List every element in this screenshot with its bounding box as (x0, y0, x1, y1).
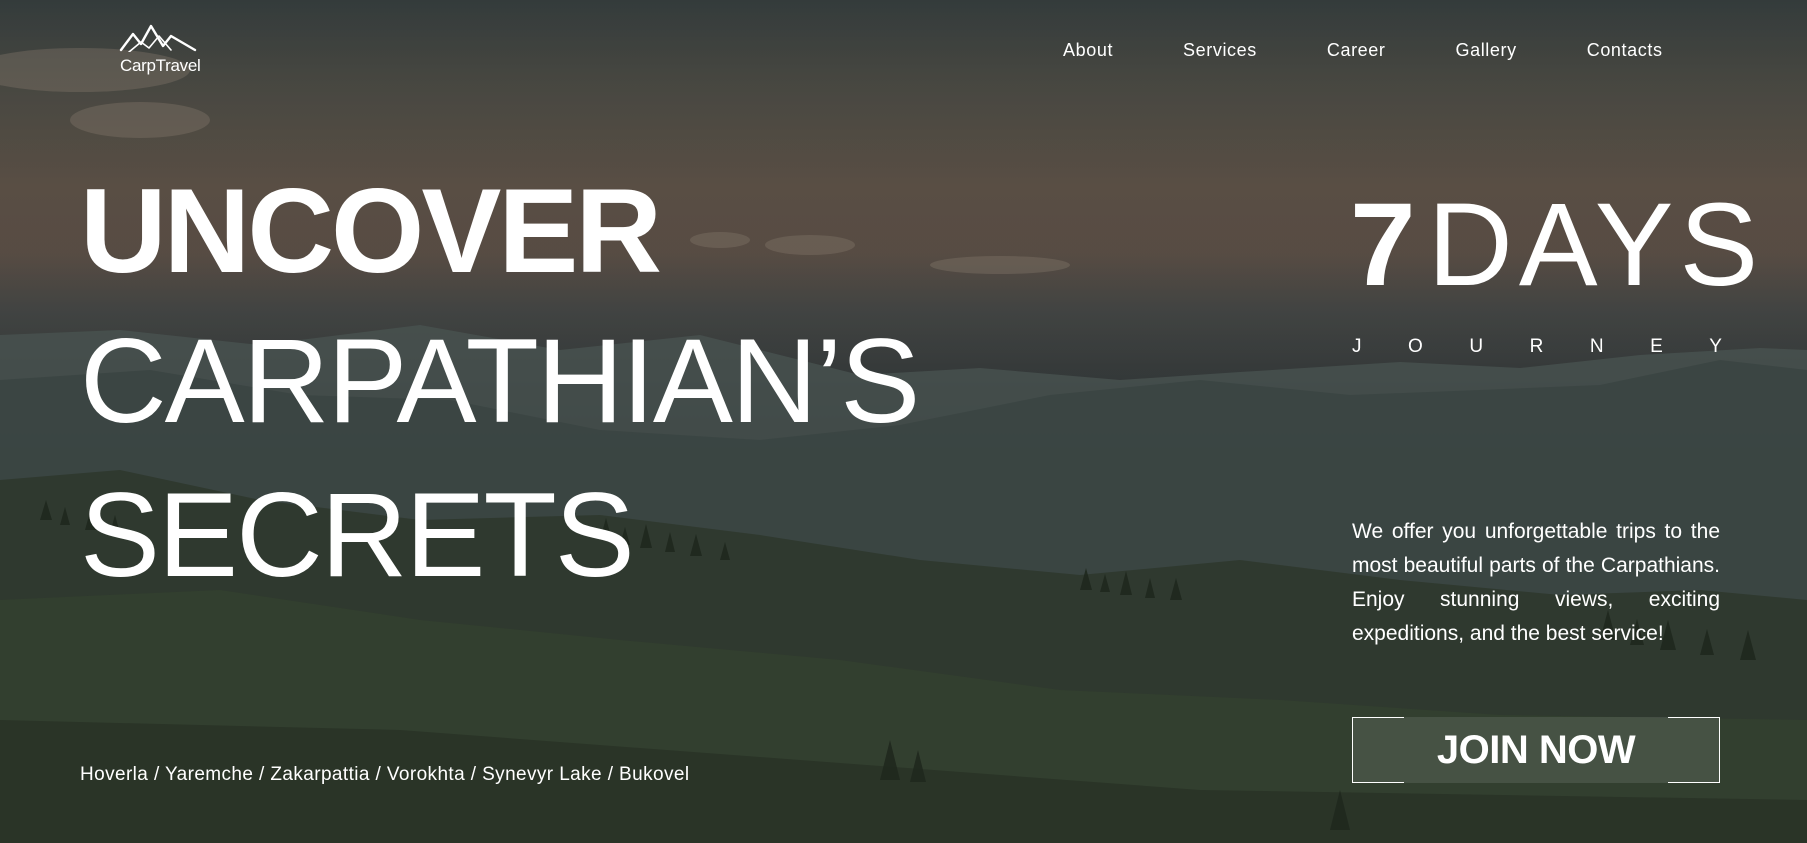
journey-letter: E (1650, 336, 1663, 357)
journey-letter: J (1352, 336, 1362, 357)
days-word: DAYS (1427, 179, 1765, 311)
hero-heading: UNCOVER CARPATHIAN’S SECRETS (80, 164, 920, 612)
nav-item-services[interactable]: Services (1183, 40, 1257, 61)
nav-item-career[interactable]: Career (1327, 40, 1386, 61)
button-corner-right (1668, 717, 1720, 783)
main-nav: About Services Career Gallery Contacts (1063, 40, 1663, 61)
hero-line-uncover: UNCOVER (80, 164, 662, 298)
days-number: 7 (1350, 179, 1416, 311)
hero-line-carpathians: CARPATHIAN’S (80, 314, 920, 448)
journey-letter: N (1589, 336, 1604, 357)
logo-text: CarpTravel (120, 56, 201, 75)
promo-description: We offer you unforgettable trips to the … (1352, 520, 1720, 645)
journey-letter: U (1469, 336, 1484, 357)
journey-letter: R (1529, 336, 1544, 357)
join-now-label: JOIN NOW (1436, 727, 1636, 772)
hero-line-secrets: SECRETS (80, 468, 635, 602)
locations-list: Hoverla / Yaremche / Zakarpattia / Vorok… (80, 764, 690, 785)
journey-letter: O (1408, 336, 1423, 357)
nav-item-gallery[interactable]: Gallery (1456, 40, 1517, 61)
nav-item-about[interactable]: About (1063, 40, 1113, 61)
join-now-button[interactable]: JOIN NOW (1352, 717, 1720, 783)
days-counter: 7 DAYS (1350, 185, 1764, 305)
button-corner-left (1352, 717, 1404, 783)
brand-logo[interactable]: CarpTravel (119, 22, 201, 75)
nav-item-contacts[interactable]: Contacts (1587, 40, 1663, 61)
journey-label: J O U R N E Y (1352, 336, 1722, 358)
journey-letter: Y (1709, 336, 1722, 357)
mountain-icon (119, 22, 199, 52)
